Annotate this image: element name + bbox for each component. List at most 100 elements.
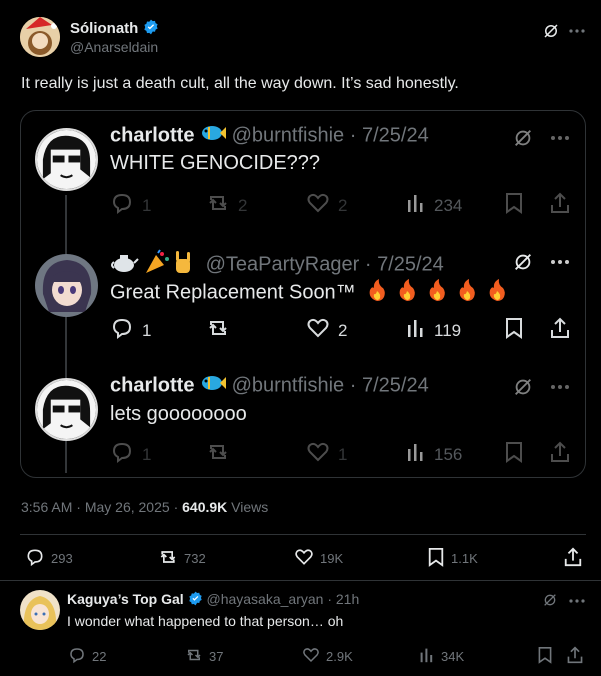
repost-icon	[185, 646, 203, 667]
like-count: 2	[338, 195, 348, 215]
more-icon[interactable]	[550, 384, 570, 390]
quote-2-repost-button[interactable]	[206, 317, 238, 344]
quote-1-like-button[interactable]: 2	[306, 192, 347, 219]
author-name-row[interactable]: Sólionath	[70, 19, 159, 39]
more-icon[interactable]	[550, 135, 570, 141]
author-display-name[interactable]: Sólionath	[70, 20, 138, 37]
quote-avatar-teapartyrager[interactable]	[35, 254, 98, 317]
quote-handle[interactable]: @burntfishie	[232, 124, 345, 146]
repost-count: 732	[184, 551, 206, 566]
like-icon	[294, 547, 314, 570]
share-icon[interactable]	[549, 317, 571, 339]
views-icon	[406, 441, 426, 468]
quote-avatar-charlotte[interactable]	[35, 378, 98, 441]
quote-2-display-name-emojis[interactable]	[110, 249, 200, 281]
views-icon	[406, 192, 426, 219]
like-button[interactable]: 19K	[294, 547, 343, 570]
quote-date[interactable]: 7/25/24	[362, 124, 429, 146]
fish-emoji-icon	[200, 374, 227, 398]
quote-display-name[interactable]: charlotte	[110, 374, 194, 396]
quote-3-like-button[interactable]: 1	[306, 441, 347, 468]
reply-icon	[110, 317, 134, 344]
reply-views-button[interactable]: 34K	[419, 646, 464, 667]
more-icon[interactable]	[569, 28, 585, 34]
post-time[interactable]: 3:56 AM	[21, 499, 72, 515]
views-icon	[406, 317, 426, 344]
quote-3-repost-button[interactable]	[206, 441, 238, 468]
verified-badge-icon	[188, 591, 203, 609]
quote-avatar-charlotte[interactable]	[35, 128, 98, 191]
reply-display-name[interactable]: Kaguya’s Top Gal	[67, 591, 184, 607]
more-icon[interactable]	[550, 259, 570, 265]
like-icon	[302, 646, 320, 667]
quote-2-text-row: Great Replacement Soon™	[110, 278, 515, 308]
reply-like-button[interactable]: 2.9K	[302, 646, 353, 667]
like-count: 2.9K	[326, 649, 353, 664]
share-icon[interactable]	[563, 547, 583, 567]
reply-count: 1	[142, 195, 152, 215]
grok-icon[interactable]	[512, 251, 534, 273]
quote-date[interactable]: 7/25/24	[362, 374, 429, 396]
quote-3-views-button[interactable]: 156	[406, 441, 462, 468]
repost-icon	[158, 547, 178, 570]
quote-date[interactable]: 7/25/24	[377, 253, 444, 275]
quote-2-like-button[interactable]: 2	[306, 317, 347, 344]
quote-1-reply-button[interactable]: 1	[110, 192, 151, 219]
post-meta: 3:56 AM · May 26, 2025 · 640.9K Views	[21, 499, 269, 515]
quote-1-views-button[interactable]: 234	[406, 192, 462, 219]
reply-header: Kaguya’s Top Gal @hayasaka_aryan · 21h	[67, 591, 359, 609]
grok-icon[interactable]	[512, 376, 534, 398]
like-count: 2	[338, 320, 348, 340]
author-handle[interactable]: @Anarseldain	[70, 39, 158, 55]
quote-display-name[interactable]: charlotte	[110, 124, 194, 146]
quote-2-reply-button[interactable]: 1	[110, 317, 151, 344]
bookmark-icon[interactable]	[504, 192, 524, 214]
share-icon[interactable]	[549, 441, 571, 463]
repost-count: 37	[209, 649, 224, 664]
teapot-emoji-icon	[111, 255, 139, 272]
reply-avatar[interactable]	[20, 590, 60, 630]
quote-1-header: charlotte @burntfishie · 7/25/24	[110, 124, 429, 147]
reply-button[interactable]: 293	[25, 547, 73, 570]
share-icon[interactable]	[549, 192, 571, 214]
views-count: 234	[434, 195, 463, 215]
quote-text: WHITE GENOCIDE???	[110, 152, 321, 174]
reply-handle[interactable]: @hayasaka_aryan	[206, 591, 323, 607]
quote-handle[interactable]: @burntfishie	[232, 374, 345, 396]
bookmark-count: 1.1K	[451, 551, 478, 566]
reply-time[interactable]: 21h	[336, 591, 359, 607]
reply-repost-button[interactable]: 37	[185, 646, 223, 667]
bookmark-icon[interactable]	[504, 441, 524, 463]
reply-icon	[25, 547, 45, 570]
bookmark-icon[interactable]	[537, 646, 553, 664]
more-icon[interactable]	[569, 598, 585, 604]
reply-reply-button[interactable]: 22	[68, 646, 106, 667]
repost-icon	[206, 192, 230, 219]
reply-count: 293	[51, 551, 73, 566]
grok-icon[interactable]	[542, 592, 558, 608]
reply-count: 1	[142, 444, 152, 464]
bookmark-button[interactable]: 1.1K	[427, 547, 478, 570]
repost-icon	[206, 317, 230, 344]
quote-1-repost-button[interactable]: 2	[206, 192, 247, 219]
reply-text: I wonder what happened to that person… o…	[67, 613, 344, 629]
grok-icon[interactable]	[542, 22, 560, 40]
quote-handle[interactable]: @TeaPartyRager	[206, 253, 360, 275]
views-icon	[419, 646, 435, 667]
share-icon[interactable]	[566, 646, 584, 664]
like-count: 19K	[320, 551, 344, 566]
repost-button[interactable]: 732	[158, 547, 206, 570]
like-icon	[306, 192, 330, 219]
rock-hand-emoji-icon	[176, 251, 190, 273]
author-avatar[interactable]	[20, 17, 60, 57]
quote-3-reply-button[interactable]: 1	[110, 441, 151, 468]
grok-icon[interactable]	[512, 127, 534, 149]
like-count: 1	[338, 444, 348, 464]
party-popper-emoji-icon	[146, 249, 169, 273]
quote-2-header: @TeaPartyRager · 7/25/24	[110, 249, 444, 281]
bookmark-icon[interactable]	[504, 317, 524, 339]
reply-icon	[110, 192, 134, 219]
views-count: 119	[434, 320, 462, 340]
post-date[interactable]: May 26, 2025	[85, 499, 170, 515]
quote-2-views-button[interactable]: 119	[406, 317, 461, 344]
